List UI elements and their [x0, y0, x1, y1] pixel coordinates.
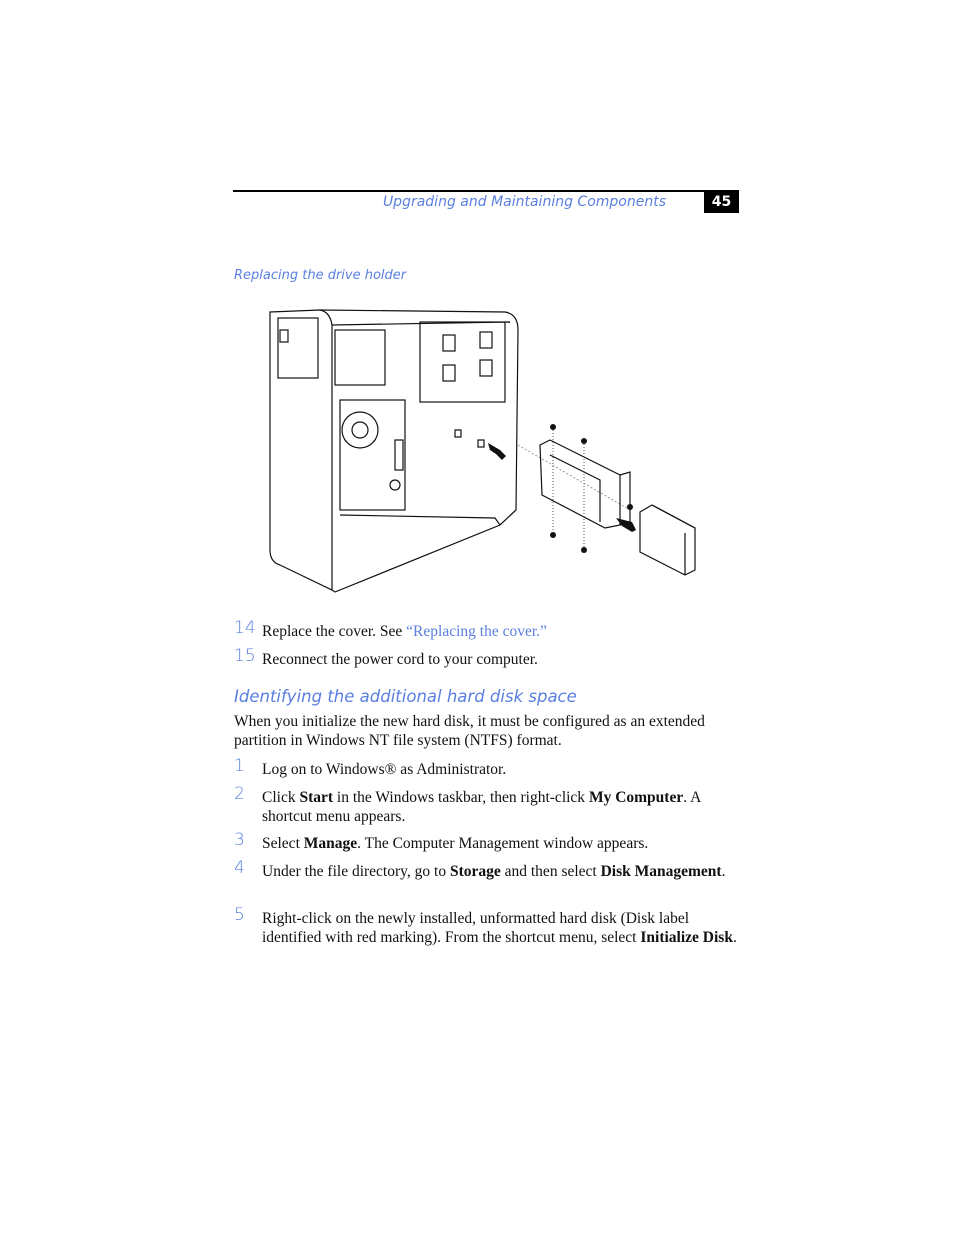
- step-2: 2 Click Start in the Windows taskbar, th…: [234, 784, 739, 826]
- step-text: Log on to Windows® as Administrator.: [262, 761, 507, 778]
- step-text: Under the file directory, go to Storage …: [262, 863, 726, 880]
- step-number: 3: [234, 830, 245, 850]
- figure-caption: Replacing the drive holder: [234, 268, 407, 283]
- step-number: 5: [234, 905, 245, 925]
- step-text: Replace the cover. See: [262, 623, 407, 640]
- replacing-cover-link[interactable]: “Replacing the cover.”: [406, 623, 547, 640]
- step-text: Click Start in the Windows taskbar, then…: [262, 789, 701, 825]
- step-text: Select Manage. The Computer Management w…: [262, 835, 649, 852]
- step-number: 15: [234, 646, 256, 666]
- step-number: 1: [234, 756, 245, 776]
- guide-line: [517, 444, 631, 511]
- step-number: 2: [234, 784, 245, 804]
- hard-disk-drawing: [639, 504, 696, 576]
- step-14: 14 Replace the cover. See “Replacing the…: [234, 618, 739, 641]
- running-header-title: Upgrading and Maintaining Components: [382, 194, 666, 210]
- computer-case-drawing: [269, 309, 519, 593]
- step-3: 3 Select Manage. The Computer Management…: [234, 830, 739, 853]
- step-1: 1 Log on to Windows® as Administrator.: [234, 756, 739, 779]
- intro-paragraph: When you initialize the new hard disk, i…: [234, 713, 705, 749]
- drive-holder-illustration: [269, 309, 696, 593]
- header-rule: [233, 190, 739, 192]
- step-text: Reconnect the power cord to your compute…: [262, 651, 538, 668]
- step-number: 14: [234, 618, 256, 638]
- step-4: 4 Under the file directory, go to Storag…: [234, 858, 739, 881]
- page-number: 45: [704, 191, 739, 213]
- step-5: 5 Right-click on the newly installed, un…: [234, 905, 739, 947]
- insertion-arrow-icon: [488, 443, 506, 460]
- section-heading: Identifying the additional hard disk spa…: [234, 687, 577, 706]
- step-text: Right-click on the newly installed, unfo…: [262, 910, 737, 946]
- step-number: 4: [234, 858, 245, 878]
- step-15: 15 Reconnect the power cord to your comp…: [234, 646, 739, 669]
